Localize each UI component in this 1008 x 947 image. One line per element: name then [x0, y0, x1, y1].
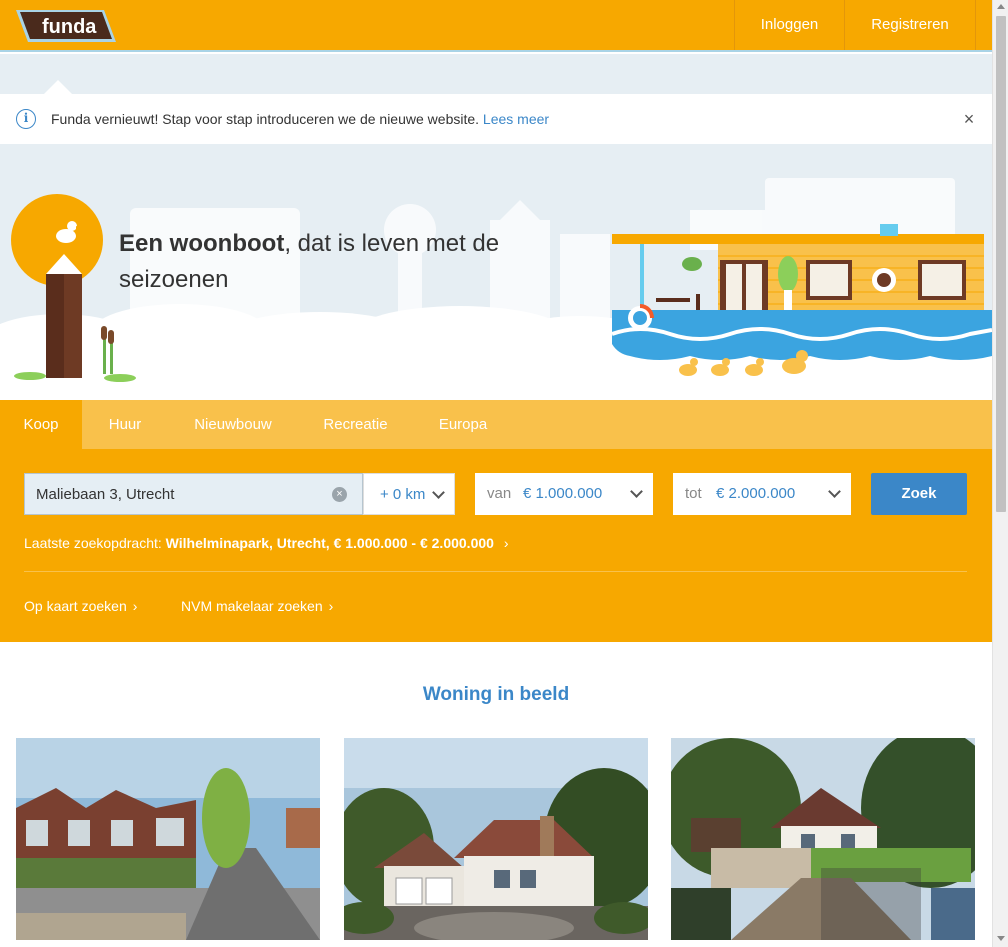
listing-card-2[interactable]: [344, 738, 648, 940]
section-title: Woning in beeld: [422, 684, 570, 705]
radius-select[interactable]: + 0 km: [363, 473, 455, 515]
read-more-link[interactable]: Lees meer: [483, 111, 549, 127]
hero-banner: Een woonboot, dat is leven met de seizoe…: [0, 144, 992, 400]
price-to-value: € 2.000.000: [716, 485, 796, 502]
scroll-down-arrow-icon[interactable]: [997, 936, 1005, 941]
info-icon: i: [16, 109, 36, 129]
nvm-agent-link[interactable]: NVM makelaar zoeken ›: [181, 598, 333, 614]
map-search-link[interactable]: Op kaart zoeken ›: [24, 598, 137, 614]
site-header: funda Inloggen Registreren: [0, 0, 992, 52]
location-search-input[interactable]: Maliebaan 3, Utrecht ×: [24, 473, 363, 515]
search-panel: Maliebaan 3, Utrecht × + 0 km van € 1.00…: [0, 449, 992, 642]
chevron-down-icon: [828, 485, 841, 498]
logo-text: funda: [42, 16, 97, 38]
last-search-label: Laatste zoekopdracht:: [24, 535, 162, 551]
map-search-label: Op kaart zoeken: [24, 598, 127, 614]
listing-photo-3: [671, 738, 975, 940]
tab-nieuwbouw[interactable]: Nieuwbouw: [168, 400, 298, 449]
search-tabs: Koop Huur Nieuwbouw Recreatie Europa: [0, 400, 992, 449]
close-icon[interactable]: ×: [961, 109, 977, 130]
tab-huur[interactable]: Huur: [82, 400, 168, 449]
tab-koop[interactable]: Koop: [0, 400, 82, 449]
clear-icon[interactable]: ×: [332, 487, 347, 502]
price-from-value: € 1.000.000: [523, 485, 603, 502]
scroll-up-arrow-icon[interactable]: [997, 4, 1005, 9]
notification-text: Funda vernieuwt! Stap voor stap introduc…: [51, 111, 480, 127]
funda-logo[interactable]: funda: [16, 8, 116, 44]
notification-message: Funda vernieuwt! Stap voor stap introduc…: [51, 111, 549, 127]
last-search-value: Wilhelminapark, Utrecht, € 1.000.000 - €…: [165, 535, 494, 551]
notification-bar: i Funda vernieuwt! Stap voor stap introd…: [0, 94, 992, 144]
location-value: Maliebaan 3, Utrecht: [36, 486, 175, 503]
chevron-down-icon: [432, 486, 445, 499]
last-search[interactable]: Laatste zoekopdracht: Wilhelminapark, Ut…: [24, 535, 509, 551]
nvm-agent-label: NVM makelaar zoeken: [181, 598, 323, 614]
notification-backdrop: [0, 54, 992, 94]
register-button[interactable]: Registreren: [844, 0, 976, 50]
price-from-select[interactable]: van € 1.000.000: [475, 473, 653, 515]
radius-value: + 0 km: [380, 486, 426, 503]
scroll-thumb[interactable]: [996, 16, 1006, 512]
price-to-label: tot: [685, 485, 702, 502]
hero-title-bold: Een woonboot: [119, 230, 285, 257]
chevron-right-icon: ›: [132, 598, 138, 614]
price-to-select[interactable]: tot € 2.000.000: [673, 473, 851, 515]
listing-photo-1: [16, 738, 320, 940]
listing-photo-2: [344, 738, 648, 940]
listing-card-3[interactable]: [671, 738, 975, 940]
chevron-down-icon: [630, 485, 643, 498]
tab-recreatie[interactable]: Recreatie: [298, 400, 413, 449]
login-button[interactable]: Inloggen: [734, 0, 844, 50]
tab-europa[interactable]: Europa: [413, 400, 513, 449]
search-button[interactable]: Zoek: [871, 473, 967, 515]
chevron-right-icon: ›: [328, 598, 334, 614]
hero-title: Een woonboot, dat is leven met de seizoe…: [119, 226, 579, 298]
divider: [24, 571, 967, 572]
listing-card-1[interactable]: [16, 738, 320, 940]
page-scrollbar[interactable]: [992, 0, 1008, 947]
notification-pointer: [44, 80, 72, 94]
price-from-label: van: [487, 485, 512, 502]
chevron-right-icon: ›: [503, 535, 509, 551]
